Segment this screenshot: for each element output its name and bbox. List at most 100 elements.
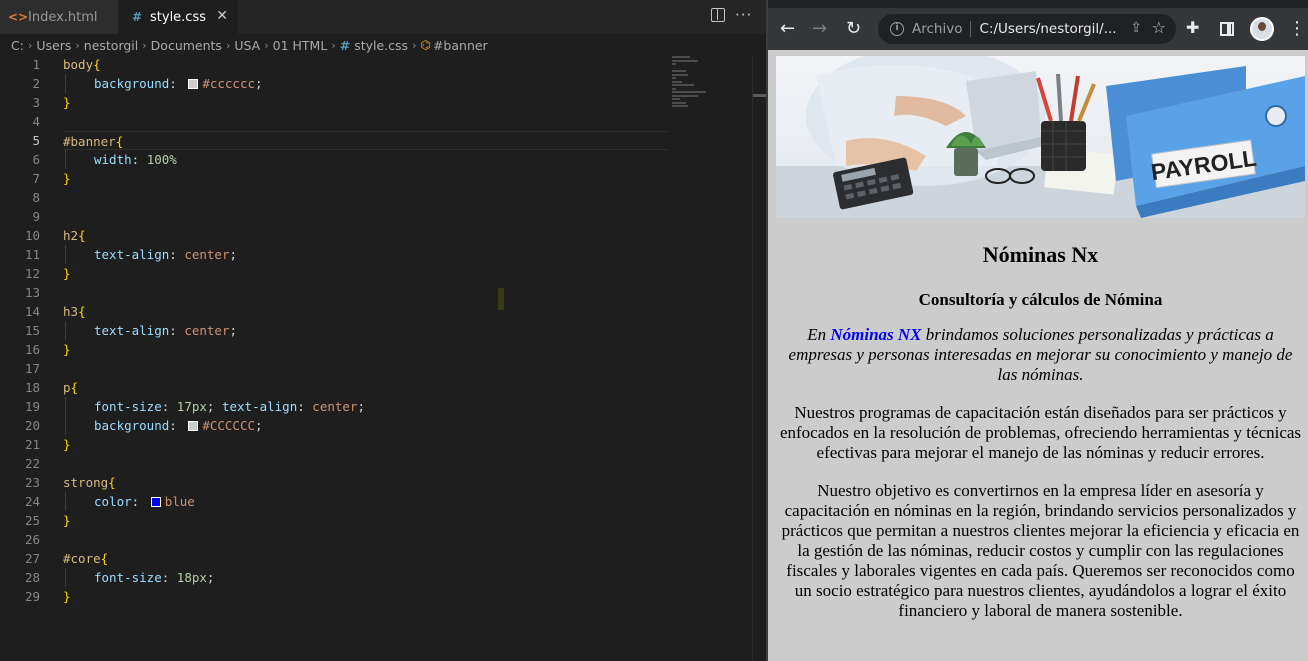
line-number: 10	[24, 228, 40, 243]
cursor-highlight	[498, 288, 504, 310]
line-number: 3	[32, 95, 40, 110]
line-number: 20	[24, 418, 40, 433]
browser-window: ← → ↻ i Archivo C:/Users/nestorgil/... ⇪…	[766, 0, 1308, 661]
back-arrow-icon[interactable]: ←	[780, 16, 795, 42]
code-line: background: #CCCCCC;	[63, 416, 668, 435]
line-number: 28	[24, 570, 40, 585]
line-number: 23	[24, 475, 40, 490]
code-line: }	[63, 513, 71, 528]
code-line: h3{	[63, 304, 86, 319]
line-number: 25	[24, 513, 40, 528]
more-actions-icon[interactable]: ···	[735, 6, 752, 24]
code-line: font-size: 18px;	[63, 568, 668, 587]
info-icon[interactable]: i	[890, 22, 904, 36]
css-value: 18px	[176, 570, 207, 585]
css-property: width	[94, 152, 132, 167]
line-number: 21	[24, 437, 40, 452]
page-content: Nóminas Nx Consultoría y cálculos de Nóm…	[778, 228, 1303, 621]
reload-icon[interactable]: ↻	[846, 16, 861, 42]
side-panel-icon[interactable]	[1220, 22, 1234, 36]
css-selector: #banner	[63, 134, 116, 149]
css-value: #cccccc	[202, 76, 256, 91]
code-line: p{	[63, 380, 79, 395]
color-swatch[interactable]	[150, 497, 161, 507]
css-property: background	[94, 418, 170, 433]
code-line: background: #cccccc;	[63, 74, 668, 93]
css-property: text-align	[94, 323, 170, 338]
tab-style-css[interactable]: # style.css ✕	[118, 0, 238, 34]
breadcrumb-item[interactable]: style.css	[354, 38, 408, 53]
url-text[interactable]: C:/Users/nestorgil/...	[979, 21, 1116, 37]
breadcrumb-item[interactable]: Documents	[151, 38, 222, 53]
css-file-icon: #	[131, 10, 143, 24]
css-value: #CCCCCC	[202, 418, 256, 433]
editor-tab-bar: <> Index.html # style.css ✕ ···	[0, 0, 766, 34]
kebab-menu-icon[interactable]: ⋮	[1288, 14, 1306, 44]
bookmark-star-icon[interactable]: ☆	[1152, 18, 1166, 37]
css-value: blue	[164, 494, 195, 509]
brand-name: Nóminas NX	[830, 325, 922, 344]
paragraph-objective: Nuestro objetivo es convertirnos en la e…	[778, 481, 1303, 621]
chevron-right-icon: ›	[264, 38, 269, 52]
code-line: }	[63, 171, 71, 186]
line-number: 5	[32, 133, 40, 148]
address-bar[interactable]: i Archivo C:/Users/nestorgil/... ⇪ ☆	[878, 14, 1176, 44]
line-number: 16	[24, 342, 40, 357]
css-property: color	[94, 494, 132, 509]
css-selector: body	[63, 57, 94, 72]
code-line: #core{	[63, 551, 109, 566]
line-number: 9	[32, 209, 40, 224]
avatar[interactable]	[1250, 17, 1274, 41]
banner-image: PAYROLL	[776, 56, 1305, 218]
intro-text: En	[807, 325, 831, 344]
line-number: 11	[24, 247, 40, 262]
breadcrumb-item[interactable]: USA	[234, 38, 260, 53]
line-number: 4	[32, 114, 40, 129]
line-number: 12	[24, 266, 40, 281]
share-icon[interactable]: ⇪	[1130, 20, 1142, 36]
line-number-gutter: 1 2 3 4 5 6 7 8 9 10 11 12 13 14 15 16 17 18 19 20 21 22 23 24 2…	[0, 55, 40, 606]
line-number: 8	[32, 190, 40, 205]
breadcrumb-item[interactable]: C:	[11, 38, 24, 53]
code-line: }	[63, 589, 71, 604]
divider	[970, 21, 972, 37]
code-line: h2{	[63, 228, 86, 243]
css-value: center	[184, 323, 230, 338]
breadcrumb-item[interactable]: Users	[36, 38, 71, 53]
tab-label: Index.html	[28, 9, 98, 25]
breadcrumb-item[interactable]: #banner	[433, 38, 488, 53]
css-property: font-size	[94, 399, 162, 414]
code-line: }	[63, 437, 71, 452]
line-number: 15	[24, 323, 40, 338]
extensions-puzzle-icon[interactable]: ✚	[1186, 18, 1199, 37]
payroll-illustration: PAYROLL	[776, 56, 1305, 218]
forward-arrow-icon[interactable]: →	[812, 16, 827, 42]
code-area[interactable]: body{ background: #cccccc; } #banner{ wi…	[63, 55, 668, 606]
page-viewport[interactable]: PAYROLL Nóminas Nx Consultoría y cálculo…	[768, 50, 1308, 661]
chevron-right-icon: ›	[142, 38, 147, 52]
color-swatch[interactable]	[188, 79, 199, 89]
close-icon[interactable]: ✕	[216, 8, 228, 24]
editor-scrollbar[interactable]	[752, 56, 766, 661]
breadcrumb-item[interactable]: nestorgil	[84, 38, 138, 53]
css-selector: strong	[63, 475, 109, 490]
minimap[interactable]	[672, 56, 752, 116]
tab-index-html[interactable]: <> Index.html	[0, 0, 118, 34]
breadcrumb-item[interactable]: 01 HTML	[273, 38, 328, 53]
code-line: strong{	[63, 475, 116, 490]
css-value: center	[184, 247, 230, 262]
code-line: text-align: center;	[63, 245, 668, 264]
intro-paragraph: En Nóminas NX brindamos soluciones perso…	[778, 325, 1303, 385]
code-editor: <> Index.html # style.css ✕ ··· C: › User…	[0, 0, 766, 661]
scheme-label: Archivo	[912, 21, 963, 37]
color-swatch[interactable]	[188, 421, 199, 431]
tab-label: style.css	[150, 9, 206, 25]
code-line: }	[63, 266, 71, 281]
line-number: 6	[32, 152, 40, 167]
scrollbar-thumb[interactable]	[753, 94, 766, 97]
page-subtitle: Consultoría y cálculos de Nómina	[918, 290, 1163, 309]
split-editor-icon[interactable]	[711, 8, 725, 22]
